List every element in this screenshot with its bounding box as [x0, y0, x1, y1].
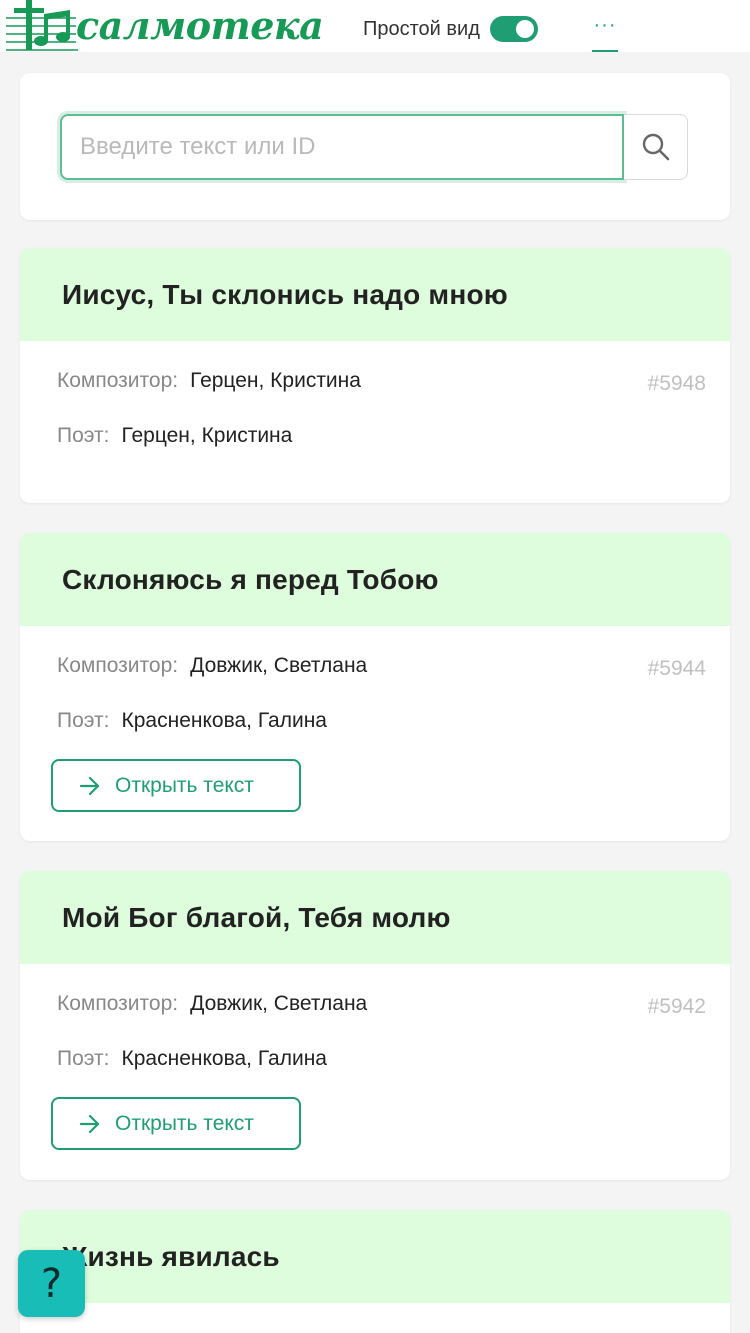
- simple-view-switch[interactable]: Простой вид: [363, 14, 538, 44]
- poet-row: Поэт: Красненкова, Галина: [57, 709, 694, 739]
- search-card: [20, 73, 730, 220]
- music-staff-icon: [6, 0, 78, 51]
- more-menu-button[interactable]: ···: [592, 8, 618, 52]
- more-dots-icon: ···: [593, 14, 617, 36]
- page: салмотека Простой вид ··· Иисус, Ты скло…: [0, 0, 750, 1333]
- arrow-right-icon: [79, 776, 100, 795]
- label-colon: :: [172, 654, 179, 677]
- open-text-button[interactable]: Открыть текст: [51, 1097, 301, 1150]
- search-icon: [642, 133, 669, 161]
- song-title-bar[interactable]: Жизнь явилась: [20, 1210, 730, 1303]
- open-text-label: Открыть текст: [115, 773, 254, 797]
- song-title[interactable]: Мой Бог благой, Тебя молю: [62, 902, 451, 934]
- song-details: Композитор: Довжик, Светлана Поэт: Красн…: [20, 964, 730, 1077]
- help-button[interactable]: ?: [18, 1250, 85, 1317]
- song-details: Композитор: Довжик, Светлана Поэт: Красн…: [20, 626, 730, 739]
- poet-row: Поэт: Герцен, Кристина: [57, 424, 694, 454]
- composer-name[interactable]: Герцен, Кристина: [190, 369, 361, 393]
- composer-name[interactable]: Довжик, Светлана: [190, 992, 367, 1016]
- label-colon: :: [103, 1047, 110, 1070]
- composer-name[interactable]: Довжик, Светлана: [190, 654, 367, 678]
- open-text-button[interactable]: Открыть текст: [51, 759, 301, 812]
- poet-name[interactable]: Красненкова, Галина: [122, 1047, 327, 1071]
- song-card: Жизнь явилась: [20, 1210, 730, 1333]
- song-card: Склоняюсь я перед Тобою Композитор: Довж…: [20, 533, 730, 841]
- song-title-bar[interactable]: Мой Бог благой, Тебя молю: [20, 871, 730, 964]
- label-colon: :: [103, 424, 110, 447]
- song-details: Композитор: Герцен, Кристина Поэт: Герце…: [20, 341, 730, 454]
- search-input[interactable]: [60, 114, 624, 180]
- toggle-knob: [515, 20, 534, 38]
- app-header: салмотека Простой вид ···: [0, 0, 750, 52]
- song-title[interactable]: Жизнь явилась: [62, 1241, 280, 1273]
- poet-label: Поэт: [57, 424, 104, 447]
- poet-row: Поэт: Красненкова, Галина: [57, 1047, 694, 1077]
- composer-label: Композитор: [57, 992, 173, 1015]
- song-title-bar[interactable]: Иисус, Ты склонись надо мною: [20, 248, 730, 341]
- label-colon: :: [103, 709, 110, 732]
- song-title[interactable]: Склоняюсь я перед Тобою: [62, 564, 439, 596]
- song-id: #5944: [647, 657, 706, 680]
- poet-label: Поэт: [57, 1047, 104, 1070]
- simple-view-label: Простой вид: [363, 17, 480, 40]
- label-colon: :: [172, 369, 179, 392]
- composer-row: Композитор: Герцен, Кристина: [57, 369, 694, 399]
- composer-row: Композитор: Довжик, Светлана: [57, 992, 694, 1022]
- composer-label: Композитор: [57, 654, 173, 677]
- search-button[interactable]: [624, 114, 688, 180]
- logo-text: салмотека: [76, 3, 324, 48]
- song-title[interactable]: Иисус, Ты склонись надо мною: [62, 279, 508, 311]
- song-card: Иисус, Ты склонись надо мною Композитор:…: [20, 248, 730, 503]
- song-id: #5942: [647, 995, 706, 1018]
- composer-label: Композитор: [57, 369, 173, 392]
- song-card: Мой Бог благой, Тебя молю Композитор: До…: [20, 871, 730, 1180]
- song-title-bar[interactable]: Склоняюсь я перед Тобою: [20, 533, 730, 626]
- poet-name[interactable]: Герцен, Кристина: [122, 424, 293, 448]
- simple-view-toggle[interactable]: [489, 16, 538, 42]
- song-id: #5948: [647, 372, 706, 395]
- label-colon: :: [172, 992, 179, 1015]
- poet-name[interactable]: Красненкова, Галина: [122, 709, 327, 733]
- poet-label: Поэт: [57, 709, 104, 732]
- open-text-label: Открыть текст: [115, 1111, 254, 1135]
- psalmoteka-logo[interactable]: салмотека: [6, 0, 324, 52]
- composer-row: Композитор: Довжик, Светлана: [57, 654, 694, 684]
- arrow-right-icon: [79, 1114, 100, 1133]
- question-mark-icon: ?: [40, 1260, 63, 1307]
